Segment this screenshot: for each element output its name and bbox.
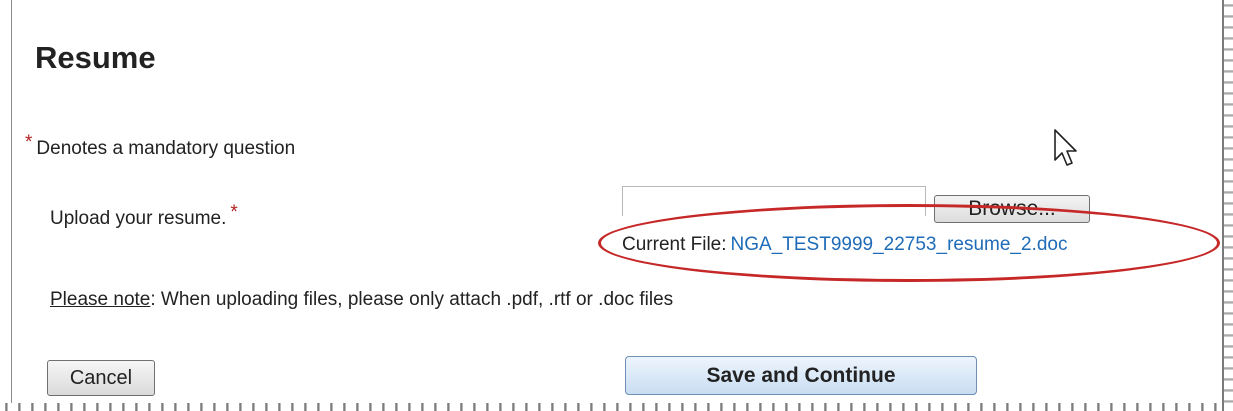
save-and-continue-button[interactable]: Save and Continue — [625, 356, 977, 395]
upload-note: Please note: When uploading files, pleas… — [50, 289, 673, 311]
mandatory-asterisk: * — [25, 132, 33, 153]
page-border-left — [11, 0, 12, 404]
upload-resume-label: Upload your resume. * — [50, 202, 238, 230]
current-file-link[interactable]: NGA_TEST9999_22753_resume_2.doc — [731, 234, 1068, 255]
upload-resume-label-text: Upload your resume. — [50, 208, 227, 229]
upload-note-text: : When uploading files, please only atta… — [150, 289, 674, 310]
mandatory-note-text: Denotes a mandatory question — [36, 138, 296, 159]
file-path-input[interactable] — [622, 186, 926, 216]
required-asterisk: * — [230, 202, 238, 223]
page-title: Resume — [35, 40, 156, 75]
torn-edge-right — [1222, 0, 1233, 411]
current-file: Current File: NGA_TEST9999_22753_resume_2… — [622, 234, 1067, 256]
browse-button[interactable]: Browse... — [934, 195, 1090, 223]
cancel-button[interactable]: Cancel — [47, 360, 155, 396]
mouse-pointer-icon — [1054, 129, 1077, 166]
mandatory-note: * Denotes a mandatory question — [25, 132, 295, 160]
upload-note-lead: Please note — [50, 289, 151, 310]
current-file-label: Current File: — [622, 234, 727, 255]
torn-edge-bottom — [0, 403, 1222, 411]
